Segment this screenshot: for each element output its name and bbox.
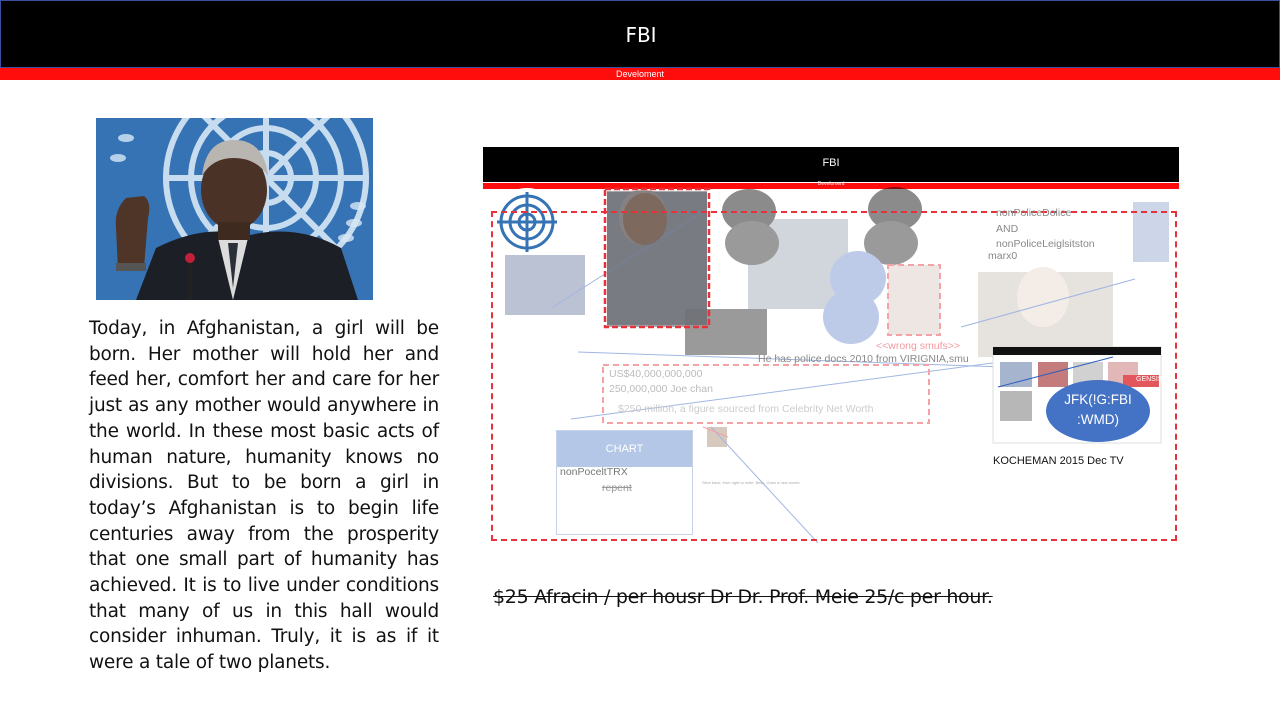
gensis-label: GENSIS xyxy=(1136,376,1163,383)
header-subtitle: Develoment xyxy=(615,69,665,79)
header-bar: FBI xyxy=(0,0,1280,68)
page-title: FBI xyxy=(625,23,657,47)
wrong-text: <<wrong smufs>> xyxy=(876,340,961,352)
police-docs-text: He has police docs 2010 from VIRIGNIA,sm… xyxy=(758,353,969,365)
un-speaker-photo-icon xyxy=(96,118,373,300)
chart-box: CHART nonPoceltTRX repent xyxy=(556,430,693,535)
amount-1: US$40,000,000,000 xyxy=(609,368,703,380)
police-text: nonPoliceDolice xyxy=(996,207,1072,219)
chart-label: CHART xyxy=(557,431,692,467)
chart-item-2: repent xyxy=(602,482,632,494)
marx-text: marx0 xyxy=(988,250,1018,262)
and-text: AND xyxy=(996,223,1019,235)
chart-item-1: nonPoceltTRX xyxy=(560,466,628,478)
amount-3: $250 million, a figure sourced from Cele… xyxy=(618,403,874,415)
jfk-bubble: JFK(!G:FBI :WMD) xyxy=(1046,380,1150,442)
legis-text: nonPoliceLeiglsitston xyxy=(996,238,1095,250)
speech-paragraph: Today, in Afghanistan, a girl will be bo… xyxy=(89,318,439,674)
tiny-caption: Slice back, from right to write, Bells, … xyxy=(702,480,800,485)
strikethrough-note: $25 Afracin / per housr Dr Dr. Prof. Mei… xyxy=(493,586,993,608)
amount-2: 250,000,000 Joe chan xyxy=(609,383,713,395)
speaker-photo xyxy=(96,118,373,300)
embedded-slide: FBI Develoment nonPoliceDolice AND nonPo… xyxy=(483,147,1179,543)
kocheman-caption: KOCHEMAN 2015 Dec TV xyxy=(993,455,1124,467)
